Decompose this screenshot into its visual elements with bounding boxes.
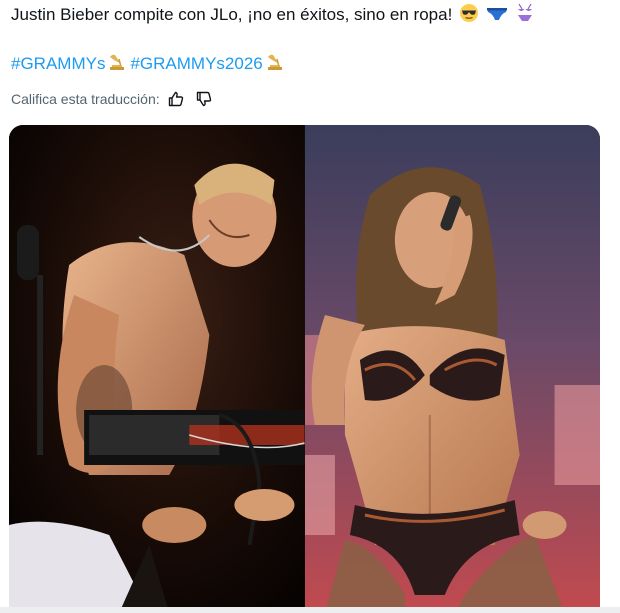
translation-rating-label: Califica esta traducción: — [11, 91, 160, 107]
translation-rating: Califica esta traducción: — [11, 90, 212, 108]
bottom-divider — [0, 607, 620, 613]
post-media[interactable] — [9, 125, 600, 613]
photo-singer-on-stage[interactable] — [304, 125, 600, 613]
underwear-emoji-icon — [486, 3, 508, 29]
hashtag-line: #GRAMMYs #GRAMMYs2026 — [11, 52, 284, 78]
hashtag-grammys[interactable]: #GRAMMYs — [11, 54, 105, 73]
gramophone-trophy-icon — [264, 52, 284, 78]
sunglasses-emoji-icon — [459, 3, 479, 29]
post-text-content: Justin Bieber compite con JLo, ¡no en éx… — [11, 5, 453, 24]
post-text: Justin Bieber compite con JLo, ¡no en éx… — [11, 3, 535, 29]
gramophone-trophy-icon — [106, 52, 126, 78]
hashtag-grammys2026[interactable]: #GRAMMYs2026 — [130, 54, 262, 73]
thumbs-up-icon[interactable] — [168, 91, 184, 107]
bikini-emoji-icon — [515, 3, 535, 29]
thumbs-down-icon[interactable] — [196, 91, 212, 107]
photo-man-at-keyboard[interactable] — [9, 125, 305, 613]
